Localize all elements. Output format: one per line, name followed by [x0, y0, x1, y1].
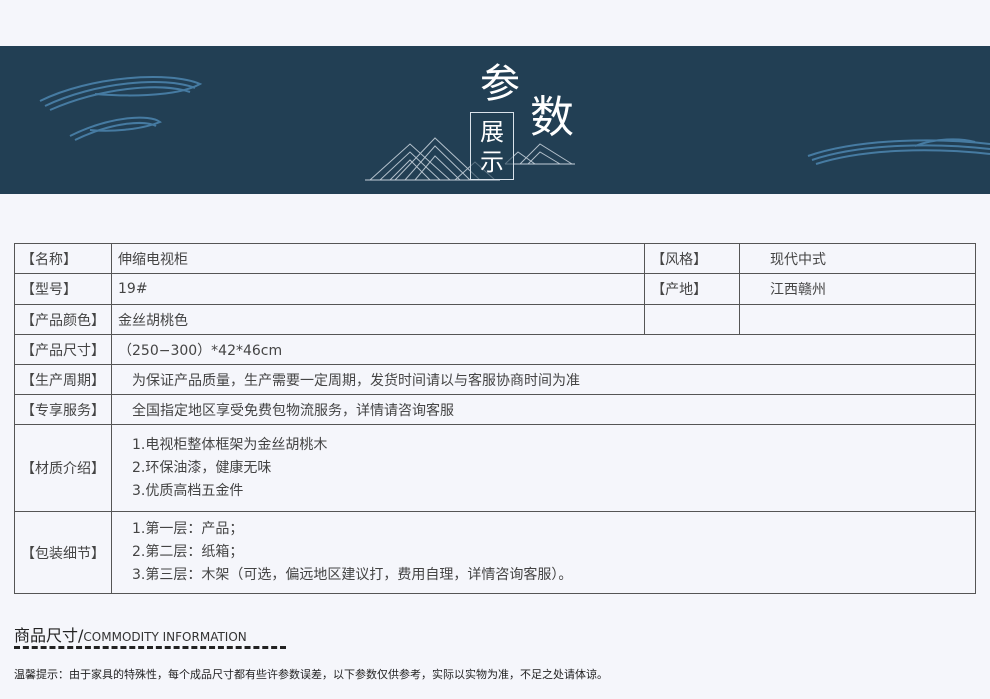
size-value: （250−300）*42*46cm — [111, 334, 976, 365]
cycle-value: 为保证产品质量，生产需要一定周期，发货时间请以与客服协商时间为准 — [111, 364, 976, 395]
material-line: 1.电视柜整体框架为金丝胡桃木 — [132, 436, 328, 453]
banner-title-box: 展 示 — [470, 112, 514, 180]
size-label: 【产品尺寸】 — [14, 334, 112, 365]
package-line: 2.第二层：纸箱； — [132, 544, 244, 560]
material-label: 【材质介绍】 — [14, 424, 112, 512]
package-line: 1.第一层：产品； — [132, 521, 244, 537]
color-label: 【产品颜色】 — [14, 304, 112, 335]
empty-cell — [644, 304, 741, 335]
table-row: 【产品颜色】 金丝胡桃色 — [14, 304, 976, 335]
name-value: 伸缩电视柜 — [110, 243, 646, 274]
package-line: 3.第三层：木架（可选，偏远地区建议打，费用自理，详情咨询客服）。 — [132, 567, 573, 583]
section-title-en: COMMODITY INFORMATION — [83, 630, 247, 644]
material-line: 3.优质高档五金件 — [132, 482, 244, 499]
table-row: 【包装细节】 1.第一层：产品； 2.第二层：纸箱； 3.第三层：木架（可选，偏… — [14, 511, 976, 594]
empty-cell — [739, 304, 976, 335]
parameter-table: 【名称】 伸缩电视柜 【风格】 现代中式 【型号】 19# 【产地】 江西赣州 … — [14, 243, 976, 594]
table-row: 【材质介绍】 1.电视柜整体框架为金丝胡桃木 2.环保油漆，健康无味 3.优质高… — [14, 424, 976, 512]
header-banner: 参 数 展 示 — [0, 46, 990, 194]
table-row: 【专享服务】 全国指定地区享受免费包物流服务，详情请咨询客服 — [14, 394, 976, 425]
banner-title-char-1: 参 — [480, 61, 520, 107]
section-title: 商品尺寸/COMMODITY INFORMATION — [14, 622, 247, 646]
package-label: 【包装细节】 — [14, 511, 112, 594]
section-divider — [14, 646, 286, 649]
material-line: 2.环保油漆，健康无味 — [132, 459, 272, 476]
warm-tip-note: 温馨提示：由于家具的特殊性，每个成品尺寸都有些许参数误差，以下参数仅供参考，实际… — [14, 668, 608, 681]
origin-label: 【产地】 — [644, 273, 741, 305]
banner-title-char-2: 数 — [530, 92, 574, 143]
name-label: 【名称】 — [14, 243, 112, 274]
material-value: 1.电视柜整体框架为金丝胡桃木 2.环保油漆，健康无味 3.优质高档五金件 — [111, 424, 976, 512]
table-row: 【产品尺寸】 （250−300）*42*46cm — [14, 334, 976, 365]
table-row: 【名称】 伸缩电视柜 【风格】 现代中式 — [14, 243, 976, 274]
package-value: 1.第一层：产品； 2.第二层：纸箱； 3.第三层：木架（可选，偏远地区建议打，… — [111, 511, 976, 594]
service-value: 全国指定地区享受免费包物流服务，详情请咨询客服 — [111, 394, 976, 425]
style-label: 【风格】 — [644, 243, 741, 274]
style-value: 现代中式 — [739, 243, 976, 274]
table-row: 【生产周期】 为保证产品质量，生产需要一定周期，发货时间请以与客服协商时间为准 — [14, 364, 976, 395]
table-row: 【型号】 19# 【产地】 江西赣州 — [14, 273, 976, 305]
service-label: 【专享服务】 — [14, 394, 112, 425]
color-value: 金丝胡桃色 — [110, 304, 646, 335]
banner-box-char-2: 示 — [480, 148, 504, 176]
section-title-cn: 商品尺寸/ — [14, 626, 84, 645]
cycle-label: 【生产周期】 — [14, 364, 112, 395]
model-value: 19# — [110, 273, 646, 305]
model-label: 【型号】 — [14, 273, 112, 305]
origin-value: 江西赣州 — [739, 273, 976, 305]
banner-box-char-1: 展 — [480, 118, 504, 146]
